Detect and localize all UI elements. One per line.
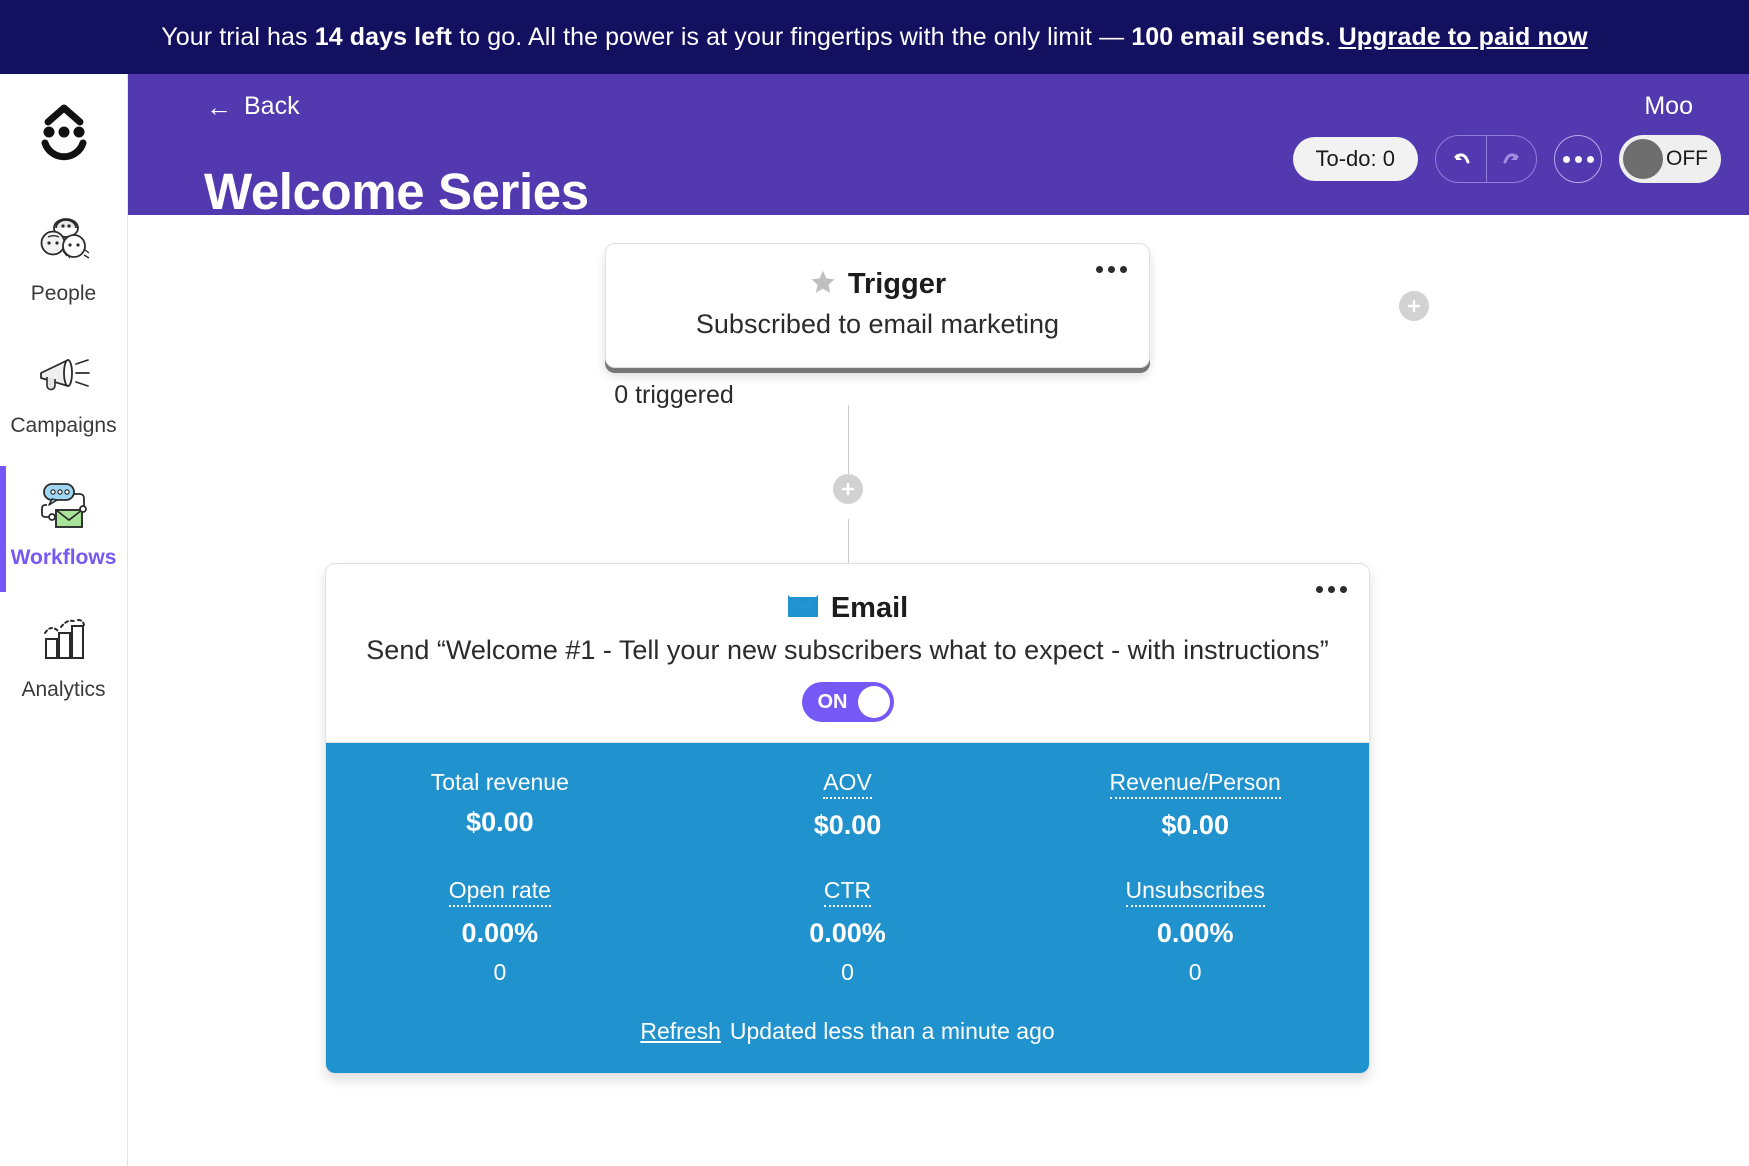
stats-footer: Refresh Updated less than a minute ago bbox=[326, 1018, 1369, 1045]
sidebar-item-label-campaigns: Campaigns bbox=[10, 414, 117, 437]
stat-value-aov: $0.00 bbox=[813, 810, 882, 840]
stat-value-ctr: 0.00% bbox=[809, 918, 886, 948]
envelope-icon bbox=[787, 593, 819, 624]
email-toggle-wrapper: ON bbox=[326, 682, 1369, 722]
ellipsis-icon bbox=[1562, 155, 1594, 163]
bar-chart-icon bbox=[35, 610, 93, 666]
stat-extra-unsubscribes: 0 bbox=[1188, 959, 1202, 985]
smiley-logo[interactable] bbox=[28, 98, 100, 170]
workflow-chat-email-icon bbox=[35, 478, 93, 534]
trial-banner: Your trial has 14 days left to go. All t… bbox=[0, 0, 1749, 74]
email-toggle-state: ON bbox=[817, 690, 848, 713]
stat-label-ctr[interactable]: CTR bbox=[823, 877, 872, 907]
megaphone-icon bbox=[35, 346, 93, 402]
trigger-card-title: Trigger bbox=[847, 268, 947, 300]
trial-banner-text-1: Your trial has bbox=[161, 22, 315, 51]
toggle-knob bbox=[857, 686, 890, 718]
stat-label-open-rate[interactable]: Open rate bbox=[448, 877, 551, 907]
stat-unsubscribes: Unsubscribes 0.00% 0 bbox=[1021, 877, 1369, 986]
trigger-card-subtitle: Subscribed to email marketing bbox=[695, 309, 1060, 339]
people-icon bbox=[35, 214, 93, 270]
stat-total-revenue: Total revenue $0.00 bbox=[326, 769, 674, 841]
trigger-card[interactable]: Trigger Subscribed to email marketing bbox=[605, 243, 1150, 368]
email-enabled-toggle[interactable]: ON bbox=[801, 682, 894, 722]
add-step-inline-button[interactable] bbox=[833, 474, 863, 504]
stats-row-engagement: Open rate 0.00% 0 CTR 0.00% 0 Unsubscrib… bbox=[326, 877, 1369, 986]
header-controls: To-do: 0 OFF bbox=[1292, 135, 1721, 183]
stat-label-aov[interactable]: AOV bbox=[823, 769, 872, 799]
stats-row-revenue: Total revenue $0.00 AOV $0.00 Revenue/Pe… bbox=[326, 769, 1369, 841]
email-stats-panel: Total revenue $0.00 AOV $0.00 Revenue/Pe… bbox=[326, 742, 1369, 1073]
undo-icon bbox=[1454, 153, 1470, 164]
connector-line-lower bbox=[848, 519, 849, 565]
trial-email-limit: 100 email sends bbox=[1131, 22, 1325, 51]
stat-open-rate: Open rate 0.00% 0 bbox=[326, 877, 674, 986]
page-title: Welcome Series bbox=[204, 163, 589, 221]
sidebar-item-campaigns[interactable]: Campaigns bbox=[0, 338, 128, 470]
refresh-link[interactable]: Refresh bbox=[640, 1018, 721, 1044]
trigger-card-menu-button[interactable] bbox=[1096, 266, 1127, 273]
back-button-label: Back bbox=[244, 92, 300, 120]
app-header: ← Back Welcome Series Moo To-do: 0 OFF bbox=[128, 74, 1749, 220]
redo-button[interactable] bbox=[1486, 136, 1536, 182]
stat-value-total-revenue: $0.00 bbox=[466, 807, 534, 837]
trigger-count-label: 0 triggered bbox=[614, 381, 734, 409]
stat-extra-open-rate: 0 bbox=[493, 959, 507, 985]
workflow-canvas: Trigger Subscribed to email marketing 0 … bbox=[129, 215, 1749, 1166]
add-step-branch-button[interactable] bbox=[1399, 291, 1429, 321]
stat-revenue-per-person: Revenue/Person $0.00 bbox=[1021, 769, 1369, 841]
plus-icon bbox=[841, 482, 855, 496]
stat-label-unsubscribes[interactable]: Unsubscribes bbox=[1125, 877, 1265, 907]
todo-badge[interactable]: To-do: 0 bbox=[1292, 137, 1418, 181]
stat-value-open-rate: 0.00% bbox=[461, 918, 539, 948]
user-menu[interactable]: Moo bbox=[1644, 92, 1693, 121]
trial-banner-text-3: . bbox=[1324, 22, 1339, 51]
stat-value-revenue-per-person: $0.00 bbox=[1161, 810, 1229, 840]
email-card-title: Email bbox=[830, 592, 909, 624]
sidebar-item-label-analytics: Analytics bbox=[21, 678, 106, 701]
sidebar-item-label-workflows: Workflows bbox=[10, 546, 117, 569]
email-card-header: Email bbox=[326, 586, 1369, 625]
stat-aov: AOV $0.00 bbox=[674, 769, 1022, 841]
stat-label-total-revenue: Total revenue bbox=[430, 769, 569, 795]
more-options-button[interactable] bbox=[1554, 135, 1602, 183]
upgrade-link[interactable]: Upgrade to paid now bbox=[1339, 23, 1588, 52]
sidebar: People Campaigns Workflows Analytics bbox=[0, 74, 128, 1166]
sidebar-item-workflows[interactable]: Workflows bbox=[0, 466, 128, 602]
redo-icon bbox=[1503, 153, 1518, 164]
stat-value-unsubscribes: 0.00% bbox=[1156, 918, 1234, 948]
sidebar-item-people[interactable]: People bbox=[0, 206, 128, 338]
workflow-toggle-state: OFF bbox=[1666, 147, 1708, 170]
workflow-active-toggle[interactable]: OFF bbox=[1619, 135, 1721, 183]
plus-icon bbox=[1407, 299, 1421, 313]
last-updated-label: Updated less than a minute ago bbox=[729, 1018, 1055, 1044]
stat-extra-ctr: 0 bbox=[841, 959, 854, 985]
stat-ctr: CTR 0.00% 0 bbox=[674, 877, 1022, 986]
email-card-menu-button[interactable] bbox=[1316, 586, 1347, 593]
sidebar-item-label-people: People bbox=[30, 282, 97, 305]
back-button[interactable]: ← Back bbox=[206, 92, 300, 121]
trial-banner-text-2: to go. All the power is at your fingerti… bbox=[452, 22, 1132, 51]
undo-button[interactable] bbox=[1436, 136, 1486, 182]
trial-days-left: 14 days left bbox=[314, 22, 453, 51]
undo-redo-group bbox=[1435, 135, 1537, 183]
email-card-subtitle: Send “Welcome #1 - Tell your new subscri… bbox=[366, 635, 1329, 665]
sidebar-item-analytics[interactable]: Analytics bbox=[0, 602, 128, 734]
stat-label-revenue-per-person[interactable]: Revenue/Person bbox=[1109, 769, 1281, 799]
toggle-knob bbox=[1623, 139, 1663, 179]
trigger-card-header: Trigger bbox=[606, 268, 1149, 301]
email-card[interactable]: Email Send “Welcome #1 - Tell your new s… bbox=[325, 563, 1370, 1074]
arrow-left-icon: ← bbox=[206, 91, 232, 122]
star-icon bbox=[809, 268, 837, 301]
